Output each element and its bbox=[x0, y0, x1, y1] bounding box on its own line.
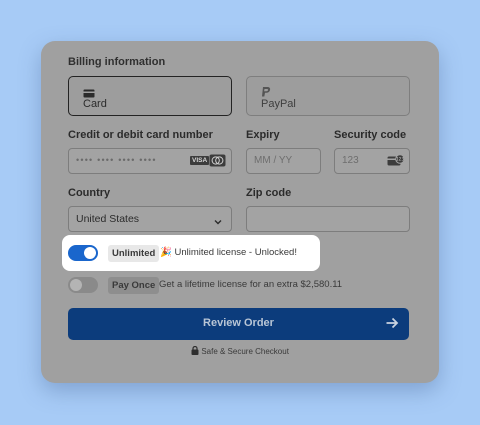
secure-checkout-text: Safe & Secure Checkout bbox=[201, 347, 289, 356]
unlimited-text: 🎉 Unlimited license - Unlocked! bbox=[160, 247, 297, 258]
country-value: United States bbox=[76, 213, 140, 225]
payment-method-paypal[interactable]: PayPal bbox=[246, 76, 410, 116]
expiry-placeholder: MM / YY bbox=[254, 155, 293, 166]
unlimited-toggle-knob bbox=[84, 247, 96, 259]
unlimited-option: Unlimited 🎉 Unlimited license - Unlocked… bbox=[62, 235, 320, 271]
unlimited-badge: Unlimited bbox=[108, 245, 160, 262]
card-number-placeholder: •••• •••• •••• •••• bbox=[76, 155, 157, 165]
billing-title: Billing information bbox=[68, 56, 166, 68]
checkout-card: Billing information Card PayPal Credit o… bbox=[41, 41, 439, 383]
country-select[interactable]: United States bbox=[68, 206, 232, 232]
zip-code-label: Zip code bbox=[246, 187, 292, 199]
expiry-label: Expiry bbox=[246, 129, 280, 141]
pay-once-toggle-knob bbox=[70, 279, 82, 291]
review-order-button[interactable]: Review Order bbox=[68, 308, 409, 340]
card-cvc-icon: 123 bbox=[387, 154, 405, 173]
chevron-down-icon bbox=[213, 214, 223, 232]
card-number-field[interactable]: •••• •••• •••• •••• VISA bbox=[68, 148, 232, 174]
svg-text:123: 123 bbox=[396, 157, 404, 162]
arrow-right-icon bbox=[385, 316, 399, 335]
payment-method-paypal-label: PayPal bbox=[261, 98, 296, 110]
pay-once-text: Get a lifetime license for an extra $2,5… bbox=[159, 279, 343, 290]
expiry-field[interactable]: MM / YY bbox=[246, 148, 321, 174]
pay-once-badge: Pay Once bbox=[108, 277, 160, 294]
card-number-label: Credit or debit card number bbox=[68, 129, 213, 141]
secure-checkout: Safe & Secure Checkout bbox=[41, 345, 439, 357]
mastercard-icon bbox=[209, 154, 226, 172]
visa-icon: VISA bbox=[190, 156, 210, 165]
security-code-label: Security code bbox=[334, 129, 407, 141]
review-order-label: Review Order bbox=[203, 317, 274, 329]
zip-code-field[interactable] bbox=[246, 206, 410, 232]
unlimited-toggle[interactable] bbox=[68, 245, 98, 261]
payment-method-card-label: Card bbox=[83, 98, 107, 110]
country-label: Country bbox=[68, 187, 111, 199]
payment-method-card[interactable]: Card bbox=[68, 76, 232, 116]
pay-once-toggle[interactable] bbox=[68, 277, 98, 293]
security-code-placeholder: 123 bbox=[342, 155, 359, 166]
security-code-field[interactable]: 123 123 bbox=[334, 148, 410, 174]
lock-icon bbox=[191, 345, 201, 357]
